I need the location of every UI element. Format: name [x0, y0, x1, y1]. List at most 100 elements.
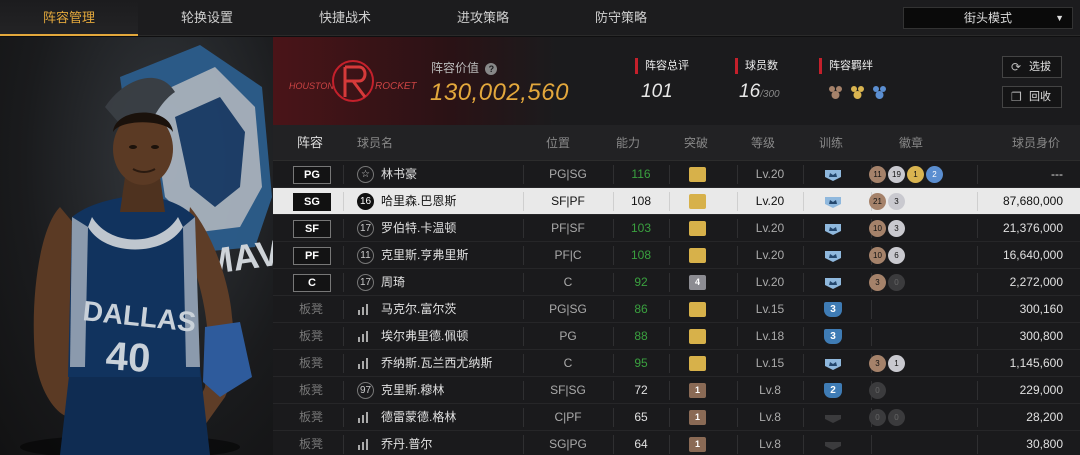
player-level: Lv.20: [755, 221, 785, 235]
select-button-label: 选拔: [1029, 61, 1051, 73]
column-divider: [803, 246, 804, 265]
column-divider: [669, 354, 670, 373]
col-player-name[interactable]: 球员名: [357, 125, 393, 161]
col-breakthrough[interactable]: 突破: [684, 125, 708, 161]
table-row[interactable]: 板凳 马克尔.富尔茨 PG|SG 86 Lv.15 3 300,160: [273, 296, 1080, 323]
tab-offense-strategy[interactable]: 进攻策略: [414, 0, 552, 36]
column-divider: [669, 165, 670, 184]
table-row[interactable]: PG ☆ 林书豪 PG|SG 116 Lv.20 11 19 1 2 ---: [273, 161, 1080, 188]
column-divider: [343, 273, 344, 292]
recycle-button[interactable]: ❐ 回收: [1002, 86, 1062, 108]
training-crown-icon: [825, 359, 841, 370]
player-name[interactable]: 哈里森.巴恩斯: [381, 188, 456, 215]
breakthrough-crown-icon: [689, 221, 706, 236]
player-level: Lv.15: [755, 302, 785, 316]
column-divider: [803, 327, 804, 346]
player-ability: 108: [630, 194, 652, 208]
training-crown-icon: [825, 251, 841, 262]
table-row[interactable]: SF 17 罗伯特.卡温顿 PF|SF 103 Lv.20 10 3 21,376,000: [273, 215, 1080, 242]
badge-icon: 3: [888, 193, 905, 210]
player-name[interactable]: 乔纳斯.瓦兰西尤纳斯: [381, 350, 492, 377]
top-tab-bar: 阵容管理 轮换设置 快捷战术 进攻策略 防守策略 街头模式 ▼: [0, 0, 1080, 36]
table-row[interactable]: 板凳 97 克里斯.穆林 SF|SG 72 1 Lv.8 2 0 229,000: [273, 377, 1080, 404]
jersey-number-badge: 17: [357, 220, 374, 237]
badge-icon: 2: [926, 166, 943, 183]
bench-label: 板凳: [299, 329, 324, 343]
column-divider: [669, 435, 670, 454]
badge-icon: 0: [869, 409, 886, 426]
select-button[interactable]: ⟳ 选拔: [1002, 56, 1062, 78]
mode-select[interactable]: 街头模式 ▼: [903, 7, 1073, 29]
player-count-label: 球员数: [735, 58, 778, 74]
badge-icon: 11: [869, 166, 886, 183]
col-value[interactable]: 球员身价: [1012, 125, 1060, 161]
col-training[interactable]: 训练: [819, 125, 843, 161]
lineup-value-label: 阵容价值 ?: [431, 59, 498, 76]
column-divider: [669, 273, 670, 292]
refresh-icon: ⟳: [1011, 60, 1022, 74]
col-position[interactable]: 位置: [546, 125, 570, 161]
table-row[interactable]: 板凳 德雷蒙德.格林 C|PF 65 1 Lv.8 0 0 28,200: [273, 404, 1080, 431]
bond-people-icon: [829, 86, 886, 99]
column-divider: [871, 435, 872, 454]
player-market-value: ---: [1051, 167, 1063, 181]
breakthrough-crown-icon: 1: [689, 383, 706, 398]
column-divider: [343, 381, 344, 400]
col-lineup[interactable]: 阵容: [297, 125, 323, 161]
player-name[interactable]: 埃尔弗里德.佩顿: [381, 323, 468, 350]
player-ability: 103: [630, 221, 652, 235]
table-row[interactable]: PF 11 克里斯.亨弗里斯 PF|C 108 Lv.20 10 6 16,640,000: [273, 242, 1080, 269]
column-divider: [803, 408, 804, 427]
help-icon[interactable]: ?: [485, 63, 498, 75]
lineup-value: 130,002,560: [430, 79, 569, 106]
player-name[interactable]: 克里斯.穆林: [381, 377, 444, 404]
player-ability: 65: [634, 410, 648, 424]
training-crown-icon: [825, 170, 841, 181]
column-divider: [343, 354, 344, 373]
table-row[interactable]: C 17 周琦 C 92 4 Lv.20 3 0 2,272,000: [273, 269, 1080, 296]
position-slot-badge: C: [293, 274, 331, 292]
position-slot-badge: PF: [293, 247, 331, 265]
breakthrough-crown-icon: [689, 194, 706, 209]
column-divider: [343, 300, 344, 319]
rockets-logo-icon: HOUSTON ROCKETS: [289, 60, 417, 102]
player-market-value: 300,800: [1019, 329, 1063, 343]
roster-table: 阵容 球员名 位置 能力 突破 等级 训练 徽章 球员身价 PG ☆ 林书豪 PG|S…: [273, 125, 1080, 455]
training-locked-icon: [825, 442, 841, 450]
player-name[interactable]: 克里斯.亨弗里斯: [381, 242, 468, 269]
tab-defense-strategy[interactable]: 防守策略: [552, 0, 690, 36]
table-row[interactable]: SG 16 哈里森.巴恩斯 SF|PF 108 Lv.20 21 3 87,680,000: [273, 188, 1080, 215]
player-position: SG|PG: [549, 437, 587, 451]
table-row[interactable]: 板凳 埃尔弗里德.佩顿 PG 88 Lv.18 3 300,800: [273, 323, 1080, 350]
badge-icon: 0: [869, 382, 886, 399]
col-level[interactable]: 等级: [751, 125, 775, 161]
player-name[interactable]: 乔丹.普尔: [381, 431, 432, 455]
player-name[interactable]: 德雷蒙德.格林: [381, 404, 456, 431]
col-ability[interactable]: 能力: [616, 125, 640, 161]
column-divider: [871, 327, 872, 346]
player-name[interactable]: 周琦: [381, 269, 405, 296]
table-row[interactable]: 板凳 乔纳斯.瓦兰西尤纳斯 C 95 Lv.15 3 1 1,145,600: [273, 350, 1080, 377]
lineup-value-label-text: 阵容价值: [431, 61, 480, 75]
training-crown-icon: [825, 224, 841, 235]
training-crown-icon: [825, 197, 841, 208]
breakthrough-crown-icon: 1: [689, 437, 706, 452]
bond-label: 阵容羁绊: [819, 58, 873, 74]
bench-label: 板凳: [299, 410, 324, 424]
player-name[interactable]: 罗伯特.卡温顿: [381, 215, 456, 242]
tab-rotation-settings[interactable]: 轮换设置: [138, 0, 276, 36]
table-row[interactable]: 板凳 乔丹.普尔 SG|PG 64 1 Lv.8 30,800: [273, 431, 1080, 455]
bond-icons[interactable]: [826, 83, 896, 103]
position-slot-badge: SG: [293, 193, 331, 211]
bench-label: 板凳: [299, 356, 324, 370]
signal-bars-icon: [358, 439, 368, 450]
col-badges[interactable]: 徽章: [899, 125, 923, 161]
player-market-value: 30,800: [1026, 437, 1063, 451]
player-name[interactable]: 林书豪: [381, 161, 417, 188]
player-position: C: [563, 356, 573, 370]
tab-lineup-management[interactable]: 阵容管理: [0, 0, 138, 36]
tab-quick-tactics[interactable]: 快捷战术: [276, 0, 414, 36]
bench-label: 板凳: [299, 437, 324, 451]
player-level: Lv.15: [755, 356, 785, 370]
player-name[interactable]: 马克尔.富尔茨: [381, 296, 456, 323]
